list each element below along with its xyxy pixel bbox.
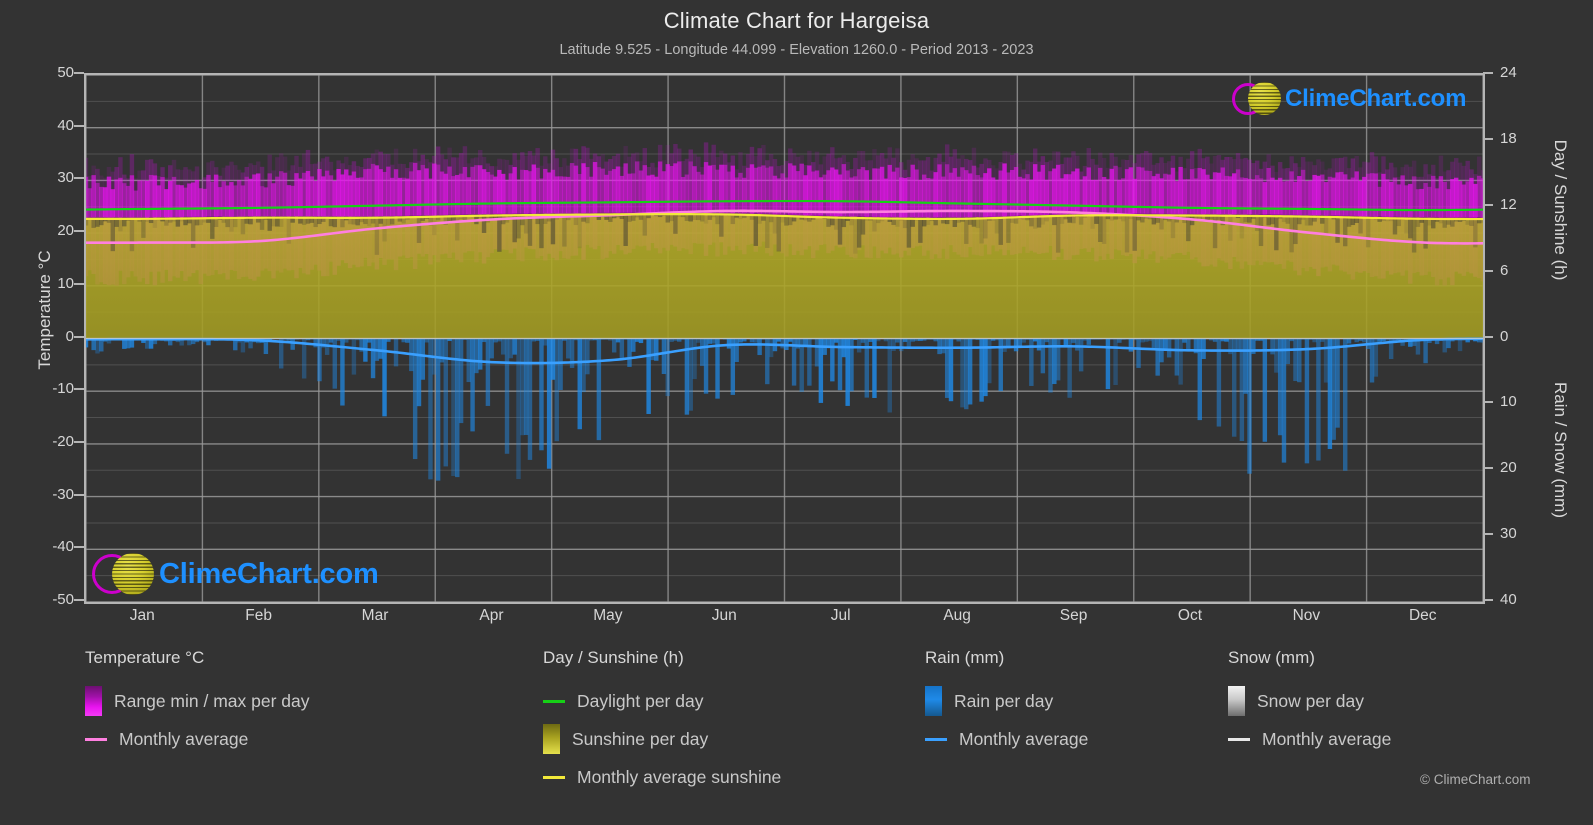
legend-item: Monthly average sunshine	[543, 758, 781, 796]
legend-item: Sunshine per day	[543, 720, 781, 758]
legend-swatch-rain	[925, 686, 942, 716]
x-axis-tick-dec: Dec	[1408, 607, 1437, 624]
legend-line-sunshine-average	[543, 775, 565, 779]
right-axis-tick-hours: 24	[1500, 64, 1517, 81]
x-axis-tick-aug: Aug	[943, 607, 971, 624]
sunshine-area	[86, 212, 1483, 339]
x-axis-tick-may: May	[593, 607, 623, 624]
right-axis-tick-hours: 6	[1500, 261, 1509, 279]
logo-sphere-icon	[1248, 82, 1281, 115]
chart-canvas	[86, 75, 1483, 602]
right-axis-tick-rain: 20	[1500, 459, 1517, 477]
right-axis-tick-hours: 0	[1500, 327, 1509, 345]
copyright-notice: © ClimeChart.com	[1420, 772, 1531, 787]
left-axis-tick-mark	[74, 335, 84, 338]
left-axis-tick-mark	[74, 599, 84, 601]
x-axis-tick-oct: Oct	[1177, 607, 1203, 624]
right-axis-tick-rain: 10	[1500, 393, 1517, 411]
right-bottom-axis-title: Rain / Snow (mm)	[1551, 381, 1570, 519]
legend-heading: Temperature °C	[85, 648, 205, 667]
legend-item-label: Snow per day	[1257, 690, 1365, 711]
page-subtitle: Latitude 9.525 - Longitude 44.099 - Elev…	[559, 42, 1034, 58]
legend-swatch-sunshine	[543, 724, 560, 754]
legend-item: Daylight per day	[543, 682, 781, 720]
left-axis-tick: 0	[65, 327, 74, 345]
chart-legend: Temperature °C Range min / max per day M…	[0, 648, 1593, 808]
legend-item: Monthly average	[925, 720, 1088, 758]
left-axis-tick: 20	[57, 222, 74, 240]
left-axis-tick: -20	[52, 432, 74, 450]
x-axis-tick-jul: Jul	[830, 607, 851, 624]
watermark-text: ClimeChart.com	[1285, 84, 1467, 112]
x-axis-month-labels: Jan Feb Mar Apr May Jun Jul Aug Sep Oct Nov Dec	[84, 607, 1481, 633]
left-axis-tick: -50	[52, 591, 74, 608]
x-axis-tick-jan: Jan	[129, 607, 155, 624]
right-axis-tick-hours: 18	[1500, 129, 1517, 147]
left-axis-tick: -40	[52, 538, 74, 556]
left-axis-tick-mark	[74, 72, 84, 74]
legend-column-snow: Snow (mm) Snow per day Monthly average	[1228, 648, 1391, 758]
left-axis-tick-mark	[74, 177, 84, 180]
x-axis-tick-nov: Nov	[1292, 607, 1321, 624]
watermark-logo-top: ClimeChart.com	[1232, 82, 1466, 115]
legend-line-daylight	[543, 699, 565, 703]
x-axis-tick-feb: Feb	[245, 607, 272, 624]
right-axis-tick-rain: 40	[1500, 591, 1517, 608]
left-axis-tick-mark	[74, 282, 84, 285]
legend-column-day-sunshine: Day / Sunshine (h) Daylight per day Suns…	[543, 648, 781, 796]
legend-item: Monthly average	[85, 720, 310, 758]
legend-line-rain-average	[925, 737, 947, 741]
legend-item-label: Range min / max per day	[114, 690, 310, 711]
legend-line-temperature-average	[85, 737, 107, 741]
x-axis-tick-sep: Sep	[1059, 607, 1088, 624]
left-axis-tick-mark	[74, 440, 84, 443]
legend-item-label: Daylight per day	[577, 690, 704, 711]
watermark-text: ClimeChart.com	[159, 557, 379, 590]
left-axis-tick-mark	[74, 493, 84, 496]
legend-item-label: Monthly average	[119, 728, 249, 749]
climate-chart-page: Climate Chart for Hargeisa Latitude 9.52…	[0, 0, 1593, 825]
legend-item: Monthly average	[1228, 720, 1391, 758]
x-axis-tick-apr: Apr	[479, 607, 504, 624]
left-axis-tick-mark	[74, 546, 84, 549]
left-axis-tick-mark	[74, 388, 84, 391]
right-top-axis-title: Day / Sunshine (h)	[1551, 139, 1570, 281]
legend-line-snow-average	[1228, 737, 1250, 741]
page-title: Climate Chart for Hargeisa	[663, 8, 930, 33]
right-axis-tick-hours: 12	[1500, 195, 1517, 213]
left-axis-tick: 50	[57, 64, 74, 81]
logo-sphere-icon	[112, 553, 154, 595]
legend-heading: Rain (mm)	[925, 648, 1005, 667]
left-axis-tick-mark	[74, 124, 84, 127]
legend-item-label: Monthly average	[959, 728, 1089, 749]
legend-heading: Snow (mm)	[1228, 648, 1315, 667]
legend-item-label: Rain per day	[954, 690, 1054, 711]
legend-heading: Day / Sunshine (h)	[543, 648, 684, 667]
watermark-logo-bottom: ClimeChart.com	[92, 553, 379, 595]
left-axis-tick: 40	[57, 116, 74, 134]
legend-item-label: Sunshine per day	[572, 728, 709, 749]
x-axis-tick-jun: Jun	[711, 607, 737, 624]
legend-item-label: Monthly average	[1262, 728, 1392, 749]
x-axis-tick-mar: Mar	[361, 607, 389, 624]
right-axis-tick-rain: 30	[1500, 525, 1517, 543]
legend-swatch-temperature-range	[85, 686, 102, 716]
chart-plot-area	[84, 73, 1485, 604]
left-axis-tick: -10	[52, 380, 74, 398]
legend-item-label: Monthly average sunshine	[577, 766, 782, 787]
legend-column-rain: Rain (mm) Rain per day Monthly average	[925, 648, 1088, 758]
legend-item: Snow per day	[1228, 682, 1391, 720]
legend-swatch-snow	[1228, 686, 1245, 716]
legend-column-temperature: Temperature °C Range min / max per day M…	[85, 648, 310, 758]
left-axis-tick: -30	[52, 485, 74, 503]
left-axis-tick: 10	[57, 274, 74, 292]
legend-item: Rain per day	[925, 682, 1088, 720]
legend-item: Range min / max per day	[85, 682, 310, 720]
left-axis-tick: 30	[57, 169, 74, 187]
left-axis-tick-mark	[74, 230, 84, 233]
